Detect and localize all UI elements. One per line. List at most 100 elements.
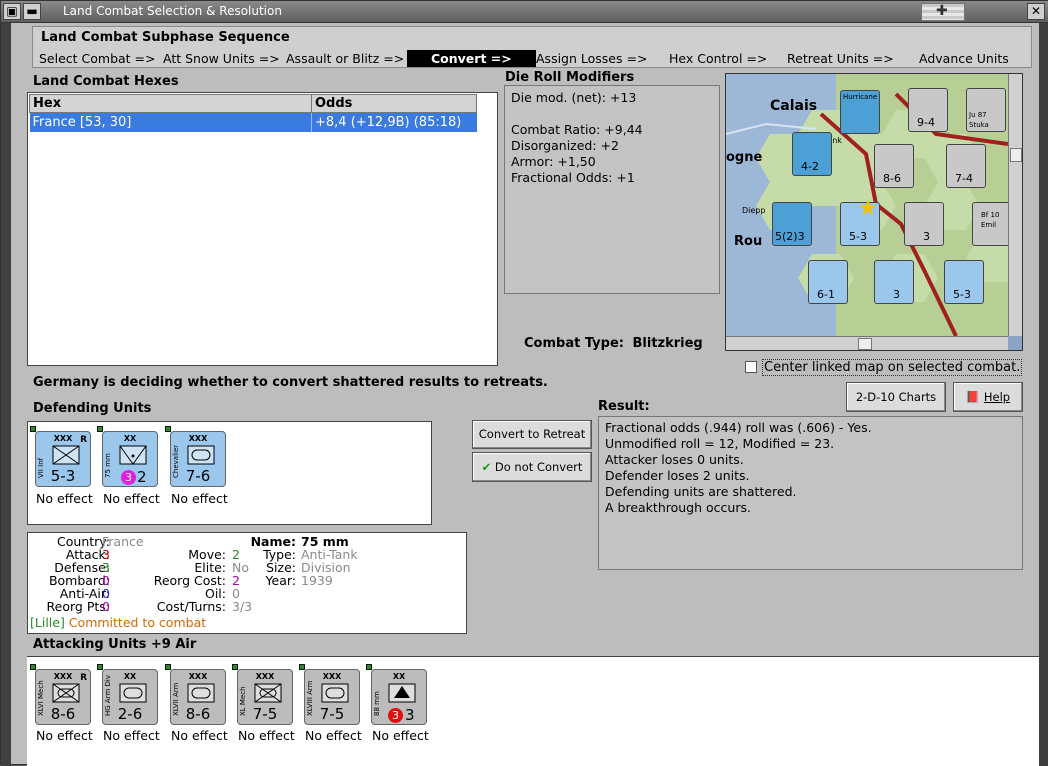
unit-badge: 3 <box>388 708 403 723</box>
hex-cell: France [53, 30] <box>29 112 312 132</box>
title-bar[interactable]: ▣ ▬ Land Combat Selection & Resolution ✕ <box>1 1 1048 23</box>
unit-strength: 7-5 <box>252 705 278 723</box>
reorg-pts-label: Reorg Pts: <box>46 599 110 614</box>
map-counter[interactable]: 8-6 <box>874 144 914 188</box>
status-pip <box>299 664 305 670</box>
status-pip <box>97 664 103 670</box>
map-counter[interactable]: 5-3 <box>944 260 984 304</box>
reserve-marker: R <box>80 673 87 683</box>
attacking-units-panel: XXX R XLVI Mech 8-6 No effect XX HG Arm … <box>27 656 1039 766</box>
combat-star-icon: ★ <box>858 196 878 221</box>
map-counter-hurricane[interactable]: Hurricane <box>840 90 880 134</box>
attacker-effect: No effect <box>305 728 362 743</box>
convert-to-retreat-button[interactable]: Convert to Retreat <box>472 420 592 449</box>
unit-status: Committed to combat <box>68 615 207 630</box>
map-label-dieppe: Diepp <box>742 206 766 215</box>
defender-counter-75mm[interactable]: XX 75 mm 3 2 <box>97 426 158 487</box>
center-map-checkbox[interactable] <box>745 361 757 373</box>
table-row[interactable]: France [53, 30] +8,4 (+12,9B) (85:18) <box>29 112 477 132</box>
step-advance-units: Advance Units <box>919 51 1009 66</box>
attacker-counter-hg-arm-div[interactable]: XX HG Arm Div 2-6 <box>97 664 158 725</box>
result-label: Result: <box>598 399 650 414</box>
map-counter-bf110[interactable]: Bf 10 Emil <box>972 202 1008 246</box>
step-assign-losses: Assign Losses => <box>536 51 648 66</box>
unit-name: 75 mm <box>104 453 112 478</box>
unit-strength: 8-6 <box>50 705 76 723</box>
map-counter-label: Emil <box>981 221 997 229</box>
close-icon[interactable]: ✕ <box>1027 3 1045 20</box>
status-pip <box>97 426 103 432</box>
modifiers-box: Die mod. (net): +13 Combat Ratio: +9,44 … <box>504 85 720 294</box>
map-counter-label: Stuka <box>969 121 989 129</box>
unit-location: [Lille] <box>30 615 65 630</box>
map-viewport[interactable]: Calais ogne Rou Diepp Dunk Hurricane 9-4… <box>726 74 1008 336</box>
map-counter[interactable]: 3 <box>874 260 914 304</box>
status-pip <box>165 426 171 432</box>
unit-strength: 3 <box>405 706 415 724</box>
armor-symbol-icon <box>119 683 147 703</box>
minimize-icon[interactable]: ▬ <box>23 3 41 20</box>
defender-counter-chevalier[interactable]: XXX Chevalier 7-6 <box>165 426 226 487</box>
map-counter-label: Ju 87 <box>969 111 987 119</box>
column-odds[interactable]: Odds <box>311 94 477 113</box>
map-label-boulogne: ogne <box>726 150 763 165</box>
armor-symbol-icon <box>187 445 215 465</box>
help-button[interactable]: 📕 Help <box>953 382 1023 412</box>
attacker-counter-88mm[interactable]: XX 88 mm 3 3 <box>366 664 427 725</box>
modifiers-label: Die Roll Modifiers <box>505 70 635 85</box>
anti-aircraft-symbol-icon <box>388 683 416 703</box>
map-counter[interactable]: 4-2 <box>792 132 832 176</box>
national-flag-icon <box>921 3 965 21</box>
attacker-counter-xlviii-arm[interactable]: XXX XLVIII Arm 7-5 <box>299 664 360 725</box>
unit-strength: 7-5 <box>319 705 345 723</box>
unit-strength: 5-3 <box>50 467 76 485</box>
system-menu-icon[interactable]: ▣ <box>3 3 21 20</box>
map-counter[interactable]: 7-4 <box>946 144 986 188</box>
map-counter-stuka[interactable]: Ju 87 Stuka <box>966 88 1006 132</box>
hexes-list[interactable]: Hex Odds France [53, 30] +8,4 (+12,9B) (… <box>27 92 498 366</box>
combat-type-label: Combat Type: <box>524 336 624 351</box>
combat-type: Combat Type: Blitzkrieg <box>524 336 703 351</box>
attacker-counter-xl-mech[interactable]: XXX XL Mech 7-5 <box>232 664 293 725</box>
help-book-icon: 📕 <box>965 390 981 404</box>
attacking-label: Attacking Units +9 Air <box>33 637 197 652</box>
attacker-effect: No effect <box>238 728 295 743</box>
mech-symbol-icon <box>52 683 80 703</box>
step-hex-control: Hex Control => <box>669 51 768 66</box>
unit-name: 88 mm <box>373 691 381 716</box>
combat-type-value: Blitzkrieg <box>632 336 703 351</box>
attacker-effect: No effect <box>372 728 429 743</box>
unit-badge: 3 <box>121 470 136 485</box>
do-not-convert-button[interactable]: ✔ Do not Convert <box>472 452 592 482</box>
result-box: Fractional odds (.944) roll was (.606) -… <box>598 416 1023 570</box>
step-assault-blitz: Assault or Blitz => <box>286 51 405 66</box>
map-vscroll-thumb[interactable] <box>1010 148 1022 162</box>
attacker-counter-xlvi-mech[interactable]: XXX R XLVI Mech 8-6 <box>30 664 91 725</box>
status-pip <box>30 664 36 670</box>
modifier-line: Disorganized: +2 <box>511 138 619 153</box>
do-not-convert-label: Do not Convert <box>494 460 583 474</box>
map-counter[interactable]: 6-1 <box>808 260 848 304</box>
map-counter[interactable]: 5(2)3 <box>772 202 812 246</box>
defender-effect: No effect <box>36 491 93 506</box>
attacker-effect: No effect <box>171 728 228 743</box>
step-select-combat: Select Combat => <box>39 51 156 66</box>
attacker-counter-xlvii-arm[interactable]: XXX XLVII Arm 8-6 <box>165 664 226 725</box>
defender-counter-vii-inf[interactable]: XXX R VII Inf 5-3 <box>30 426 91 487</box>
column-hex[interactable]: Hex <box>29 94 312 113</box>
center-map-label[interactable]: Center linked map on selected combat. <box>762 359 1023 376</box>
cost-value: 3/3 <box>232 599 253 614</box>
status-pip <box>30 426 36 432</box>
unit-strength: 2-6 <box>117 705 143 723</box>
right-frame <box>1039 23 1048 766</box>
map-counter[interactable]: 3 <box>904 202 944 246</box>
result-line: Unmodified roll = 12, Modified = 23. <box>605 436 835 451</box>
result-line: Defending units are shattered. <box>605 484 797 499</box>
armor-symbol-icon <box>187 683 215 703</box>
map-vertical-scrollbar[interactable] <box>1008 74 1022 336</box>
linked-map[interactable]: Calais ogne Rou Diepp Dunk Hurricane 9-4… <box>725 73 1023 351</box>
charts-button[interactable]: 2-D-10 Charts <box>846 382 946 412</box>
map-counter[interactable]: 9-4 <box>908 88 948 132</box>
map-horizontal-scrollbar[interactable] <box>726 336 1008 350</box>
map-hscroll-thumb[interactable] <box>858 338 872 350</box>
